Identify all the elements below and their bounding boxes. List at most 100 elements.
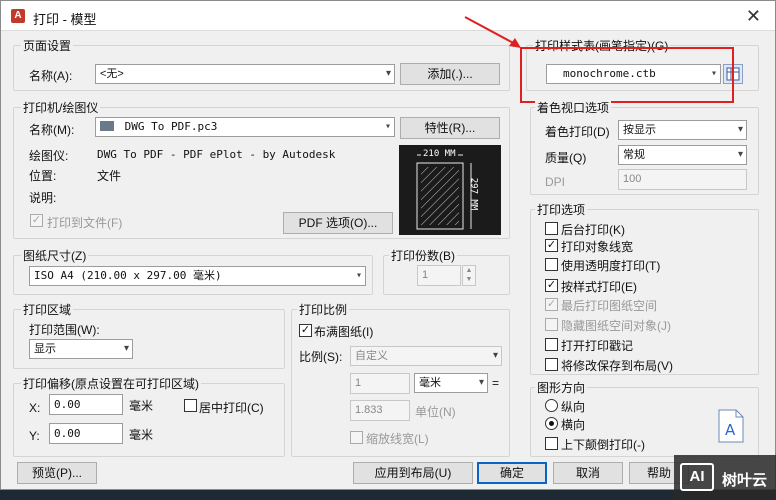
page-setup-name-value: <无> (100, 68, 124, 80)
paper-preview: 210 MM 297 MM (399, 145, 501, 235)
copies-title: 打印份数(B) (389, 247, 457, 264)
shade-plot-label: 着色打印(D) (545, 125, 610, 139)
plot-options-title: 打印选项 (535, 201, 588, 218)
shaded-viewport-title: 着色视口选项 (535, 99, 612, 116)
chevron-down-icon: ▾ (737, 124, 743, 135)
dpi-value: 100 (623, 173, 642, 185)
plot-range-value: 显示 (34, 343, 56, 355)
chevron-down-icon: ▾ (123, 343, 129, 354)
save-changes-to-layout-label: 将修改保存到布局(V) (561, 359, 673, 373)
chevron-down-icon: ▾ (385, 68, 391, 79)
upside-down-checkbox[interactable] (545, 437, 558, 450)
plot-lineweights-checkbox[interactable]: ✓ (545, 239, 558, 252)
scale-numerator-value: 1 (355, 377, 362, 389)
window-title: 打印 - 模型 (33, 12, 97, 27)
plot-area-title: 打印区域 (21, 301, 74, 318)
plot-with-styles-checkbox[interactable]: ✓ (545, 279, 558, 292)
scale-unit-value: 毫米 (419, 377, 441, 389)
scale-denominator-value: 1.833 (355, 404, 383, 416)
portrait-radio[interactable] (545, 399, 558, 412)
printer-name-value: DWG To PDF.pc3 (124, 120, 218, 133)
plot-range-label: 打印范围(W): (29, 323, 100, 337)
scale-equals: = (492, 376, 500, 390)
quality-select[interactable]: 常规 ▾ (618, 145, 747, 165)
page-setup-name-select[interactable]: <无> ▾ (95, 64, 395, 84)
center-plot-checkbox[interactable] (184, 399, 197, 412)
scale-denominator-input[interactable]: 1.833 (350, 400, 410, 421)
scale-value: 自定义 (355, 350, 388, 362)
printer-name-select[interactable]: DWG To PDF.pc3 ▾ (95, 117, 395, 137)
plot-paperspace-last-label: 最后打印图纸空间 (561, 299, 658, 313)
orientation-title: 图形方向 (535, 379, 588, 396)
dpi-input[interactable]: 100 (618, 169, 747, 190)
plot-to-file-checkbox[interactable]: ✓ (30, 214, 43, 227)
paper-size-title: 图纸尺寸(Z) (21, 247, 89, 264)
paper-size-select[interactable]: ISO A4 (210.00 x 297.00 毫米) ▾ (29, 266, 366, 286)
quality-label: 质量(Q) (545, 151, 587, 165)
plotter-label: 绘图仪: (29, 149, 69, 163)
hide-paperspace-objects-checkbox[interactable] (545, 318, 558, 331)
plot-stamp-label: 打开打印戳记 (561, 339, 634, 353)
chevron-down-icon: ▾ (384, 121, 391, 132)
watermark-ai-logo-icon: AI (680, 463, 714, 491)
hide-paperspace-objects-label: 隐藏图纸空间对象(J) (561, 319, 671, 333)
quality-value: 常规 (623, 149, 645, 161)
chevron-down-icon: ▾ (737, 149, 743, 160)
plot-stamp-checkbox[interactable] (545, 338, 558, 351)
plot-transparency-label: 使用透明度打印(T) (561, 259, 661, 273)
print-dialog: A 打印 - 模型 ✕ 页面设置 名称(A): <无> ▾ 添加(.)... 打… (0, 0, 776, 490)
portrait-label: 纵向 (561, 400, 586, 414)
scale-select[interactable]: 自定义 ▾ (350, 346, 502, 366)
background-plot-label: 后台打印(K) (561, 223, 625, 237)
ok-button[interactable]: 确定 (477, 462, 547, 484)
close-icon[interactable]: ✕ (746, 6, 761, 27)
offset-y-input[interactable]: 0.00 (49, 423, 123, 444)
preview-width-label: 210 MM (421, 149, 458, 159)
chevron-down-icon: ▾ (492, 350, 498, 361)
offset-y-unit: 毫米 (129, 428, 154, 442)
preview-height-label: 297 MM (468, 177, 479, 211)
preview-button[interactable]: 预览(P)... (17, 462, 97, 484)
location-value: 文件 (97, 169, 122, 183)
scale-lineweights-checkbox[interactable] (350, 431, 363, 444)
chevron-down-icon: ▾ (478, 377, 484, 388)
plot-paperspace-last-checkbox[interactable]: ✓ (545, 298, 558, 311)
background-plot-checkbox[interactable] (545, 222, 558, 235)
autocad-app-icon: A (11, 9, 25, 23)
save-changes-to-layout-checkbox[interactable] (545, 358, 558, 371)
dpi-label: DPI (545, 175, 566, 189)
printer-title: 打印机/绘图仪 (21, 99, 101, 116)
scale-label: 比例(S): (299, 350, 343, 364)
fit-to-paper-checkbox[interactable]: ✓ (299, 324, 312, 337)
paper-size-value: ISO A4 (210.00 x 297.00 毫米) (34, 269, 222, 282)
pdf-options-button[interactable]: PDF 选项(O)... (283, 212, 393, 234)
plot-scale-title: 打印比例 (297, 301, 350, 318)
plot-transparency-checkbox[interactable] (545, 258, 558, 271)
copies-spinner[interactable]: ▲ ▼ (462, 265, 476, 286)
location-label: 位置: (29, 169, 57, 183)
scale-lineweights-label: 缩放线宽(L) (366, 432, 429, 446)
landscape-label: 横向 (561, 418, 586, 432)
cancel-button[interactable]: 取消 (553, 462, 623, 484)
title-bar: A 打印 - 模型 ✕ (1, 1, 775, 31)
copies-value: 1 (422, 269, 429, 281)
plot-offset-title: 打印偏移(原点设置在可打印区域) (21, 375, 201, 392)
shade-plot-select[interactable]: 按显示 ▾ (618, 120, 747, 140)
plot-lineweights-label: 打印对象线宽 (561, 240, 634, 254)
scale-unit-select[interactable]: 毫米 ▾ (414, 373, 488, 393)
copies-input[interactable]: 1 (417, 265, 461, 286)
pdf-printer-icon (100, 121, 114, 131)
red-arrow-annotation (464, 16, 521, 48)
highlight-annotation-box (520, 47, 734, 103)
printer-name-label: 名称(M): (29, 123, 75, 137)
scale-denominator-unit: 单位(N) (415, 405, 456, 419)
plot-range-select[interactable]: 显示 ▾ (29, 339, 133, 359)
add-page-setup-button[interactable]: 添加(.)... (400, 63, 500, 85)
apply-to-layout-button[interactable]: 应用到布局(U) (353, 462, 473, 484)
offset-x-input[interactable]: 0.00 (49, 394, 123, 415)
offset-x-unit: 毫米 (129, 399, 154, 413)
shade-plot-value: 按显示 (623, 124, 656, 136)
printer-properties-button[interactable]: 特性(R)... (400, 117, 500, 139)
scale-numerator-input[interactable]: 1 (350, 373, 410, 394)
landscape-radio[interactable] (545, 417, 558, 430)
